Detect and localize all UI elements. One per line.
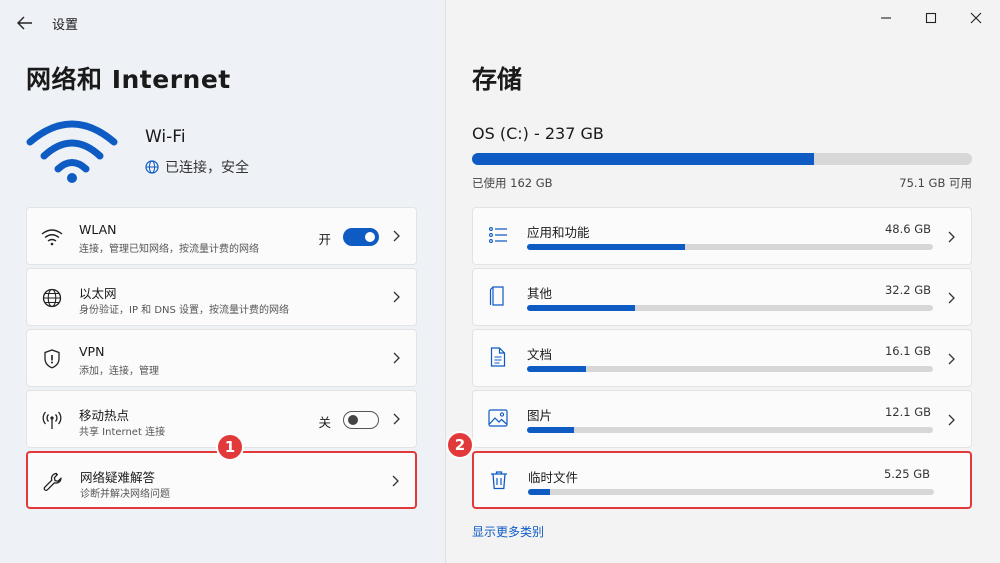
category-bar: [527, 244, 933, 250]
category-bar: [528, 489, 934, 495]
category-bar-fill: [527, 244, 686, 250]
trash-icon: [488, 469, 510, 491]
wifi-large-icon: [26, 120, 118, 183]
annotation-badge-2: 2: [446, 431, 474, 459]
left-pane: 设置 网络和 Internet Wi-Fi 已连接，安全 WLAN 连接，管理已…: [0, 0, 446, 563]
minimize-button[interactable]: [874, 8, 898, 28]
other-file-icon: [487, 285, 509, 307]
storage-title: 存储: [472, 65, 523, 94]
free-space-label: 75.1 GB 可用: [899, 176, 972, 190]
category-name: 应用和功能: [527, 225, 590, 240]
category-bar-fill: [527, 427, 574, 433]
category-bar-fill: [528, 489, 551, 495]
wlan-toggle-label: 开: [318, 232, 331, 247]
item-subtitle: 诊断并解决网络问题: [80, 489, 170, 500]
category-name: 图片: [527, 408, 553, 423]
chevron-right-icon: [948, 292, 955, 304]
settings-item-wlan[interactable]: WLAN 连接，管理已知网络，按流量计费的网络 开: [26, 207, 417, 265]
drive-usage-fill: [472, 153, 814, 165]
hotspot-toggle[interactable]: [343, 411, 379, 429]
ethernet-globe-icon: [41, 287, 63, 309]
category-bar-fill: [527, 366, 586, 372]
wlan-toggle[interactable]: [343, 228, 379, 246]
wrench-icon: [42, 471, 64, 493]
storage-category-apps[interactable]: 应用和功能 48.6 GB: [472, 207, 972, 265]
item-subtitle: 身份验证，IP 和 DNS 设置，按流量计费的网络: [79, 305, 290, 316]
storage-category-documents[interactable]: 文档 16.1 GB: [472, 329, 972, 387]
chevron-right-icon: [392, 475, 399, 487]
chevron-right-icon: [393, 413, 400, 425]
settings-item-vpn[interactable]: VPN 添加，连接，管理: [26, 329, 417, 387]
category-size: 5.25 GB: [883, 467, 930, 481]
item-subtitle: 添加，连接，管理: [79, 366, 159, 377]
chevron-right-icon: [948, 353, 955, 365]
storage-category-other[interactable]: 其他 32.2 GB: [472, 268, 972, 326]
picture-icon: [487, 407, 509, 429]
chevron-right-icon: [948, 414, 955, 426]
close-icon: [970, 12, 982, 24]
annotation-badge-1: 1: [216, 433, 244, 461]
app-title: 设置: [52, 18, 79, 33]
item-title: VPN: [79, 344, 105, 359]
wifi-status-text: 已连接，安全: [165, 160, 249, 176]
drive-usage-bar: [472, 153, 972, 165]
category-name: 文档: [527, 347, 553, 362]
apps-list-icon: [487, 224, 509, 246]
item-title: 以太网: [79, 286, 117, 301]
wifi-name: Wi-Fi: [145, 127, 186, 147]
chevron-right-icon: [948, 231, 955, 243]
category-bar: [527, 427, 933, 433]
category-bar: [527, 366, 933, 372]
item-title: 移动热点: [79, 408, 130, 423]
document-icon: [487, 346, 509, 368]
hotspot-icon: [41, 409, 63, 431]
category-bar: [527, 305, 933, 311]
category-size: 12.1 GB: [884, 405, 931, 419]
shield-icon: [41, 348, 63, 370]
minimize-icon: [881, 17, 891, 19]
item-subtitle: 连接，管理已知网络，按流量计费的网络: [79, 244, 259, 255]
show-more-categories-link[interactable]: 显示更多类别: [472, 523, 544, 540]
storage-category-pictures[interactable]: 图片 12.1 GB: [472, 390, 972, 448]
close-button[interactable]: [964, 8, 988, 28]
back-arrow-icon: [17, 16, 32, 30]
right-pane: 存储 OS (C:) - 237 GB 已使用 162 GB 75.1 GB 可…: [446, 0, 1000, 563]
category-name: 临时文件: [528, 470, 579, 485]
item-title: WLAN: [79, 222, 117, 237]
wifi-icon: [41, 226, 63, 248]
settings-item-troubleshoot[interactable]: 网络疑难解答 诊断并解决网络问题: [26, 451, 417, 509]
item-subtitle: 共享 Internet 连接: [79, 427, 166, 438]
category-name: 其他: [527, 286, 553, 301]
storage-category-temp-files[interactable]: 临时文件 5.25 GB: [472, 451, 972, 509]
category-size: 48.6 GB: [884, 222, 931, 236]
globe-icon: [145, 160, 159, 174]
back-button[interactable]: [14, 12, 36, 34]
hotspot-toggle-label: 关: [318, 415, 331, 430]
maximize-button[interactable]: [919, 8, 943, 28]
drive-label: OS (C:) - 237 GB: [472, 124, 604, 143]
category-size: 32.2 GB: [884, 283, 931, 297]
wifi-status: 已连接，安全: [145, 157, 249, 177]
chevron-right-icon: [393, 230, 400, 242]
chevron-right-icon: [393, 291, 400, 303]
page-title: 网络和 Internet: [26, 65, 231, 94]
maximize-icon: [925, 12, 937, 24]
item-title: 网络疑难解答: [80, 470, 156, 485]
category-size: 16.1 GB: [884, 344, 931, 358]
used-space-label: 已使用 162 GB: [472, 176, 553, 190]
chevron-right-icon: [393, 352, 400, 364]
settings-item-ethernet[interactable]: 以太网 身份验证，IP 和 DNS 设置，按流量计费的网络: [26, 268, 417, 326]
category-bar-fill: [527, 305, 635, 311]
